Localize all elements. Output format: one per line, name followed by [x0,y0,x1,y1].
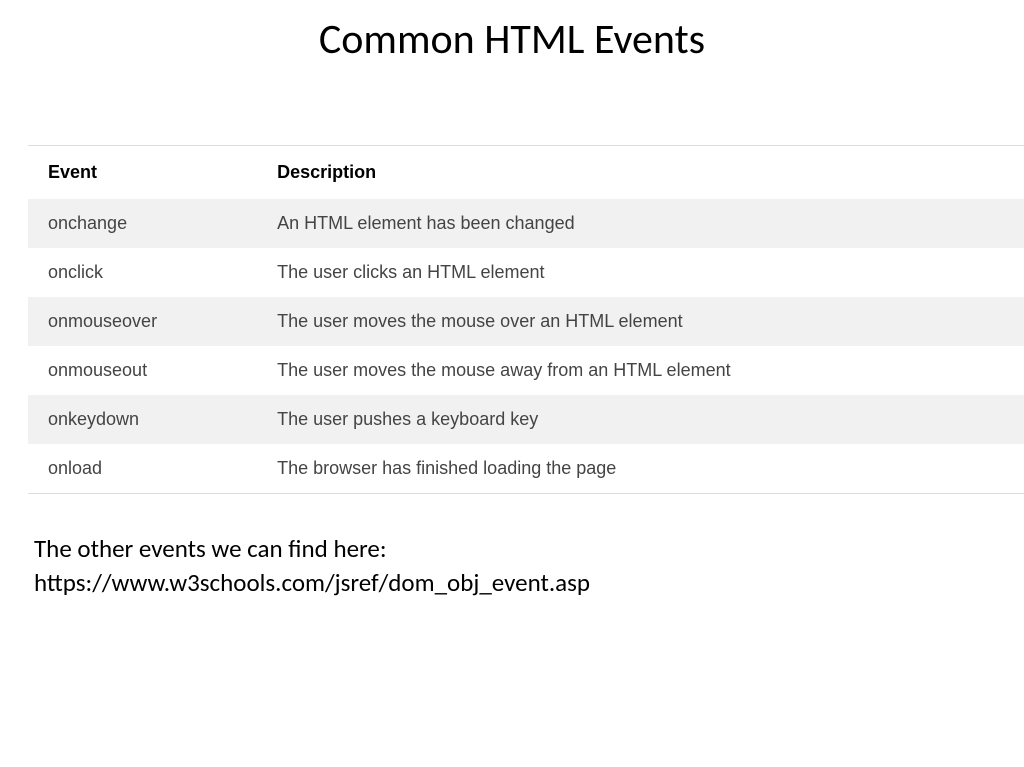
event-name: onclick [28,248,257,297]
event-name: onkeydown [28,395,257,444]
event-description: The browser has finished loading the pag… [257,444,1024,493]
table-row: onmouseover The user moves the mouse ove… [28,297,1024,346]
footer-line1: The other events we can find here: [34,532,1024,566]
event-description: The user pushes a keyboard key [257,395,1024,444]
table-row: onmouseout The user moves the mouse away… [28,346,1024,395]
table-row: onchange An HTML element has been change… [28,199,1024,248]
event-description: The user clicks an HTML element [257,248,1024,297]
events-table-container: Event Description onchange An HTML eleme… [28,145,1024,494]
footer-line2: https://www.w3schools.com/jsref/dom_obj_… [34,566,1024,600]
header-description: Description [257,146,1024,199]
slide-title: Common HTML Events [0,0,1024,95]
table-row: onload The browser has finished loading … [28,444,1024,493]
event-description: The user moves the mouse away from an HT… [257,346,1024,395]
event-name: onmouseover [28,297,257,346]
event-description: The user moves the mouse over an HTML el… [257,297,1024,346]
event-name: onmouseout [28,346,257,395]
events-table: Event Description onchange An HTML eleme… [28,146,1024,493]
event-description: An HTML element has been changed [257,199,1024,248]
footer-text: The other events we can find here: https… [34,532,1024,600]
table-row: onclick The user clicks an HTML element [28,248,1024,297]
event-name: onload [28,444,257,493]
table-row: onkeydown The user pushes a keyboard key [28,395,1024,444]
table-header-row: Event Description [28,146,1024,199]
event-name: onchange [28,199,257,248]
header-event: Event [28,146,257,199]
